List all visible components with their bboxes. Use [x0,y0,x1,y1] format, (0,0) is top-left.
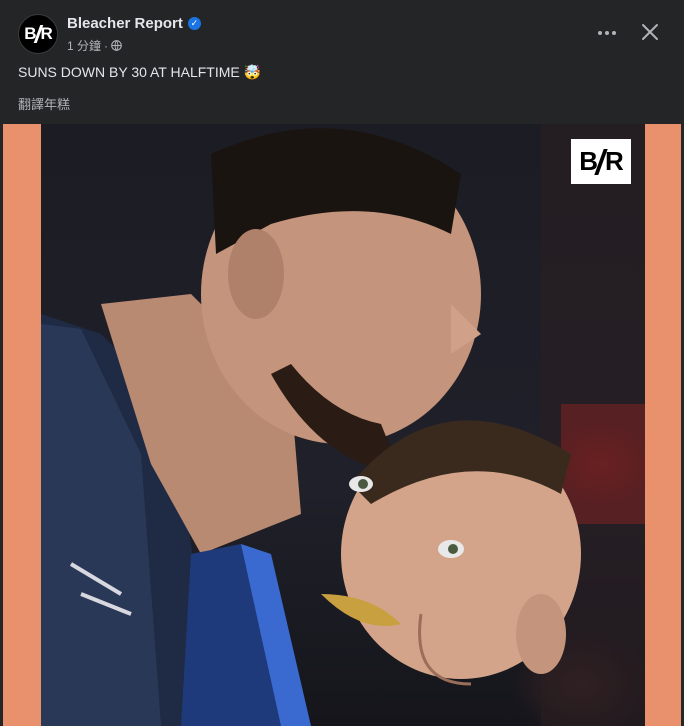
bleacher-report-logo: BR [571,139,631,184]
author-row: Bleacher Report ✓ [67,15,201,32]
post-text: SUNS DOWN BY 30 AT HALFTIME 🤯 [18,64,262,80]
post-media[interactable]: BR [3,124,681,726]
translate-link[interactable]: 翻譯年糕 [18,94,70,113]
players-illustration [41,124,645,726]
author-name[interactable]: Bleacher Report [67,15,183,32]
more-options-icon[interactable] [594,20,620,46]
post-meta: 1 分鐘 · [67,37,122,54]
verified-badge-icon: ✓ [187,17,201,30]
post-header: BR Bleacher Report ✓ 1 分鐘 · [18,12,664,56]
players-photo[interactable]: BR [41,124,645,726]
logo-letter-r: R [605,146,624,176]
dot [612,31,616,35]
post-timestamp[interactable]: 1 分鐘 [67,37,101,54]
dot [605,31,609,35]
facebook-post: BR Bleacher Report ✓ 1 分鐘 · SUNS DOWN BY… [0,0,684,726]
close-icon[interactable] [636,18,664,46]
meta-separator: · [104,38,109,53]
globe-icon[interactable] [111,40,122,51]
dot [598,31,602,35]
avatar[interactable]: BR [18,14,58,54]
